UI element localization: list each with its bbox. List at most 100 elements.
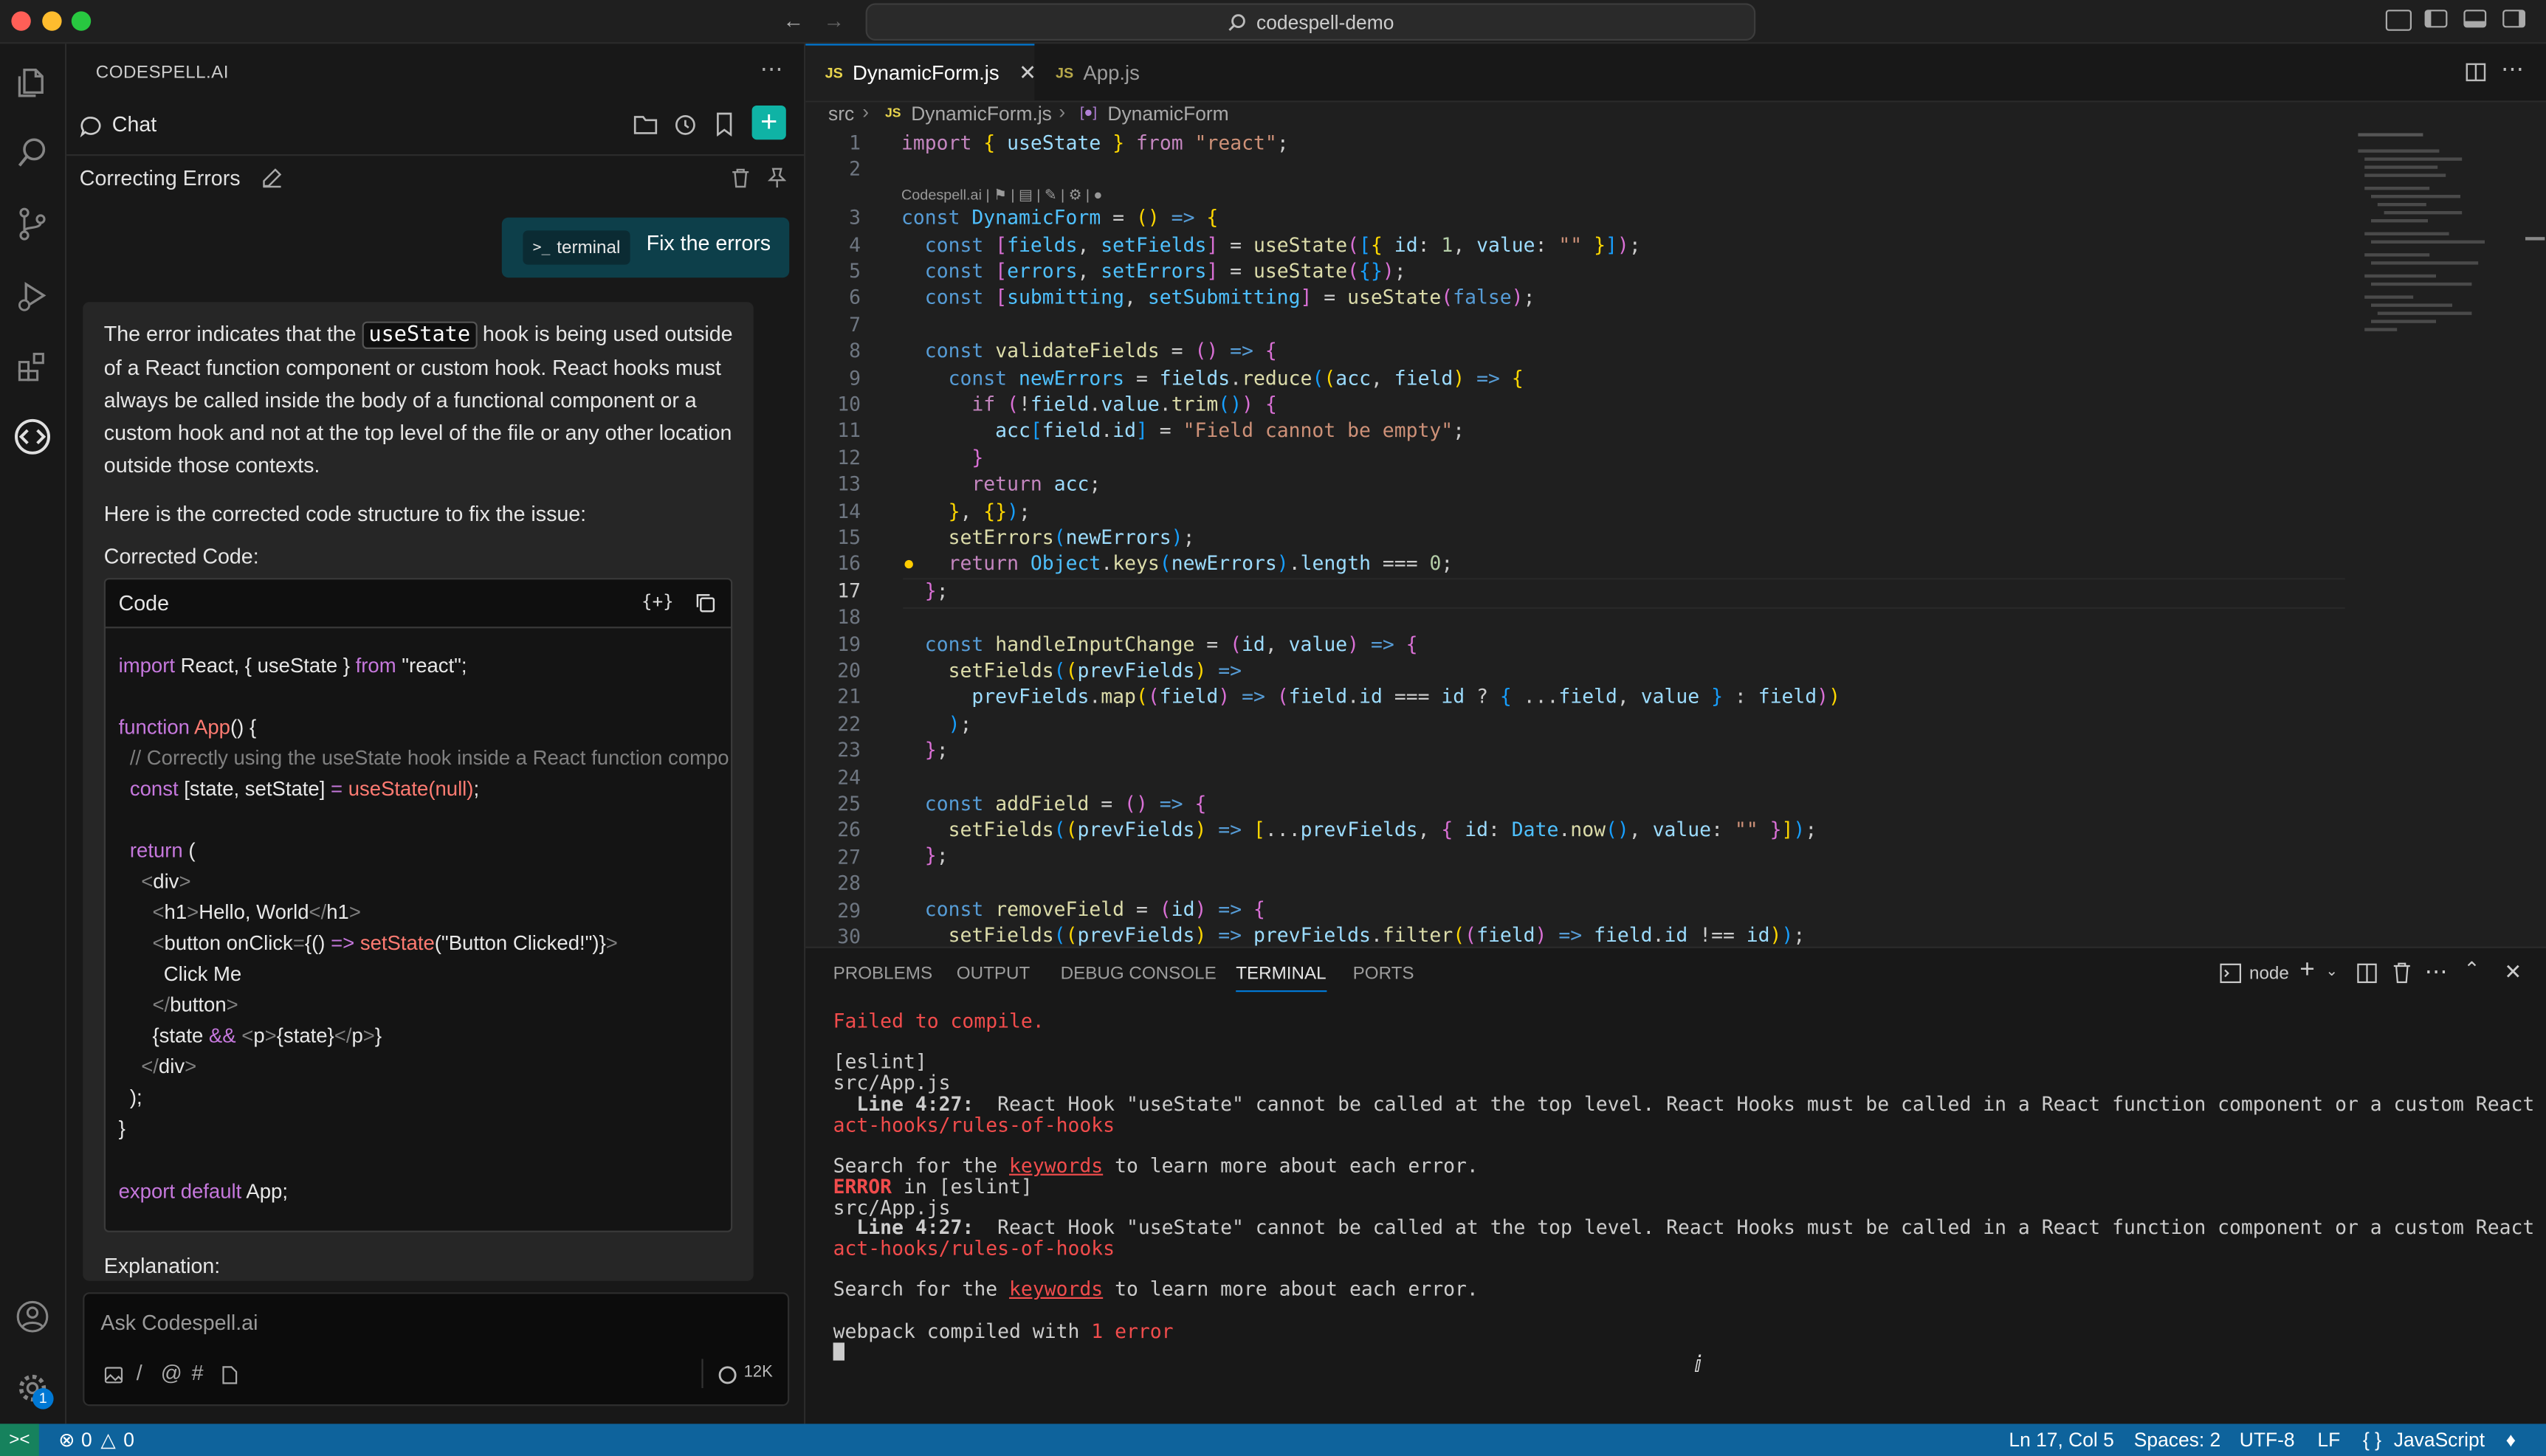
chevron-right-icon: ›: [862, 100, 869, 124]
error-count[interactable]: 0: [81, 1429, 92, 1452]
response-line: outside those contexts.: [103, 452, 320, 477]
forward-arrow-icon[interactable]: →: [823, 8, 844, 32]
hashtag-icon[interactable]: #: [192, 1361, 204, 1385]
response-paragraph-2: Here is the corrected code structure to …: [103, 501, 587, 526]
folder-icon[interactable]: [633, 114, 658, 137]
terminal-link[interactable]: act-hooks/rules-of-hooks: [833, 1237, 1115, 1260]
line-number: 15: [837, 525, 861, 549]
terminal-link[interactable]: act-hooks/rules-of-hooks: [833, 1114, 1115, 1136]
code-block-header: Code {+}: [106, 579, 731, 629]
code-line: }: [118, 1117, 125, 1140]
tab-dynamicform-js[interactable]: JS DynamicForm.js ✕: [805, 44, 1036, 101]
line-number: 16: [837, 552, 861, 575]
explorer-icon[interactable]: [0, 54, 65, 112]
line-number: 30: [837, 925, 861, 948]
edit-pencil-icon[interactable]: [261, 168, 283, 189]
codespell-icon[interactable]: [0, 407, 65, 466]
history-icon[interactable]: [674, 114, 697, 137]
tab-ports[interactable]: PORTS: [1353, 965, 1414, 984]
customize-layout-icon[interactable]: [2385, 10, 2412, 31]
mention-icon[interactable]: @: [161, 1361, 182, 1385]
close-window-button[interactable]: [11, 11, 31, 31]
code-token: Hello, World: [199, 901, 309, 924]
scrollbar-thumb[interactable]: [2525, 237, 2545, 241]
breadcrumb-item[interactable]: DynamicForm.js: [911, 103, 1052, 125]
settings-gear-icon[interactable]: [0, 1359, 65, 1417]
source-control-icon[interactable]: [0, 195, 65, 253]
code-token: button onClick: [164, 931, 293, 955]
split-editor-icon[interactable]: [2466, 62, 2487, 83]
terminal-text: to learn more about each error.: [1103, 1277, 1479, 1301]
response-text: hook is being used outside: [482, 321, 733, 346]
command-center-search[interactable]: codespell-demo: [865, 3, 1756, 41]
terminal-text: React Hook "useState" cannot be called a…: [997, 1215, 2535, 1239]
slash-command-icon[interactable]: /: [137, 1361, 142, 1385]
remote-indicator-icon[interactable]: ><: [0, 1424, 39, 1456]
kill-terminal-trash-icon[interactable]: [2392, 961, 2412, 984]
extensions-icon[interactable]: [0, 338, 65, 396]
indentation[interactable]: Spaces: 2: [2134, 1429, 2220, 1452]
maximize-window-button[interactable]: [71, 11, 92, 31]
image-attach-icon[interactable]: [104, 1365, 123, 1384]
insert-code-icon[interactable]: {+}: [641, 591, 674, 613]
explanation-label: Explanation:: [103, 1253, 221, 1278]
more-actions-icon[interactable]: ⋯: [760, 55, 783, 83]
pin-icon[interactable]: [766, 168, 786, 189]
minimize-window-button[interactable]: [42, 11, 62, 31]
maximize-panel-chevron-up-icon[interactable]: ⌃: [2463, 958, 2480, 981]
code-token: from: [355, 654, 396, 677]
tab-app-js[interactable]: JS App.js: [1036, 44, 1140, 100]
close-panel-icon[interactable]: ✕: [2504, 959, 2522, 985]
search-icon: [1228, 13, 1245, 30]
notifications-bell-icon[interactable]: ♦: [2506, 1429, 2516, 1452]
warning-count[interactable]: 0: [123, 1429, 134, 1452]
toggle-primary-sidebar-icon[interactable]: [2424, 10, 2448, 28]
settings-update-badge: 1: [32, 1388, 54, 1410]
line-number: 26: [837, 818, 861, 841]
code-token: div: [158, 1055, 185, 1078]
line-number: 13: [837, 472, 861, 495]
encoding[interactable]: UTF-8: [2240, 1429, 2295, 1452]
tab-output[interactable]: OUTPUT: [957, 965, 1031, 984]
breadcrumb-item[interactable]: src: [828, 103, 854, 125]
more-actions-icon[interactable]: ⋯: [2501, 55, 2524, 83]
toggle-panel-icon[interactable]: [2463, 10, 2487, 28]
minimap[interactable]: [2348, 130, 2485, 422]
codelens-actions[interactable]: Codespell.ai | ⚑ | ▤ | ✎ | ⚙ | ●: [901, 187, 1102, 204]
line-number-gutter: 1 2 3 4 5 6 7 8 9 10 11 12 13 14 15 16 1…: [805, 130, 887, 948]
tab-terminal[interactable]: TERMINAL: [1236, 965, 1327, 993]
chat-header: Chat +: [66, 103, 804, 156]
breadcrumb-item[interactable]: DynamicForm: [1107, 103, 1228, 125]
tab-debug-console[interactable]: DEBUG CONSOLE: [1061, 965, 1217, 984]
line-number: 12: [837, 446, 861, 469]
back-arrow-icon[interactable]: ←: [782, 8, 804, 32]
tab-problems[interactable]: PROBLEMS: [833, 965, 933, 984]
run-debug-icon[interactable]: [0, 266, 65, 325]
code-token: const: [118, 777, 179, 801]
end-of-line[interactable]: LF: [2317, 1429, 2340, 1452]
new-terminal-plus-icon[interactable]: +: [2299, 956, 2315, 986]
chevron-down-icon[interactable]: ⌄: [2325, 963, 2338, 981]
copy-icon[interactable]: [695, 593, 717, 614]
account-icon[interactable]: [0, 1288, 65, 1346]
chat-input-field[interactable]: Ask Codespell.ai: [100, 1310, 258, 1334]
terminal-shell-name[interactable]: node: [2249, 965, 2289, 984]
new-chat-plus-button[interactable]: +: [751, 106, 786, 140]
terminal-line: [eslint]: [833, 1050, 927, 1074]
more-actions-icon[interactable]: ⋯: [2425, 958, 2448, 985]
language-mode[interactable]: JavaScript: [2394, 1429, 2485, 1452]
code-token: Click Me: [163, 962, 242, 986]
split-terminal-icon[interactable]: [2356, 963, 2378, 984]
close-tab-icon[interactable]: ✕: [1019, 60, 1036, 86]
bookmark-icon[interactable]: [715, 112, 734, 137]
terminal-line: src/App.js: [833, 1072, 951, 1094]
code-token: useState: [343, 777, 429, 801]
code-line: export default App;: [119, 1180, 288, 1203]
trash-icon[interactable]: [731, 168, 750, 189]
toggle-secondary-sidebar-icon[interactable]: [2502, 10, 2525, 28]
terminal-text: Line 4:27:: [833, 1215, 974, 1239]
file-attach-icon[interactable]: [221, 1365, 238, 1384]
lightbulb-icon[interactable]: ●: [903, 552, 915, 575]
search-icon[interactable]: [0, 123, 65, 182]
cursor-position[interactable]: Ln 17, Col 5: [2009, 1429, 2113, 1452]
